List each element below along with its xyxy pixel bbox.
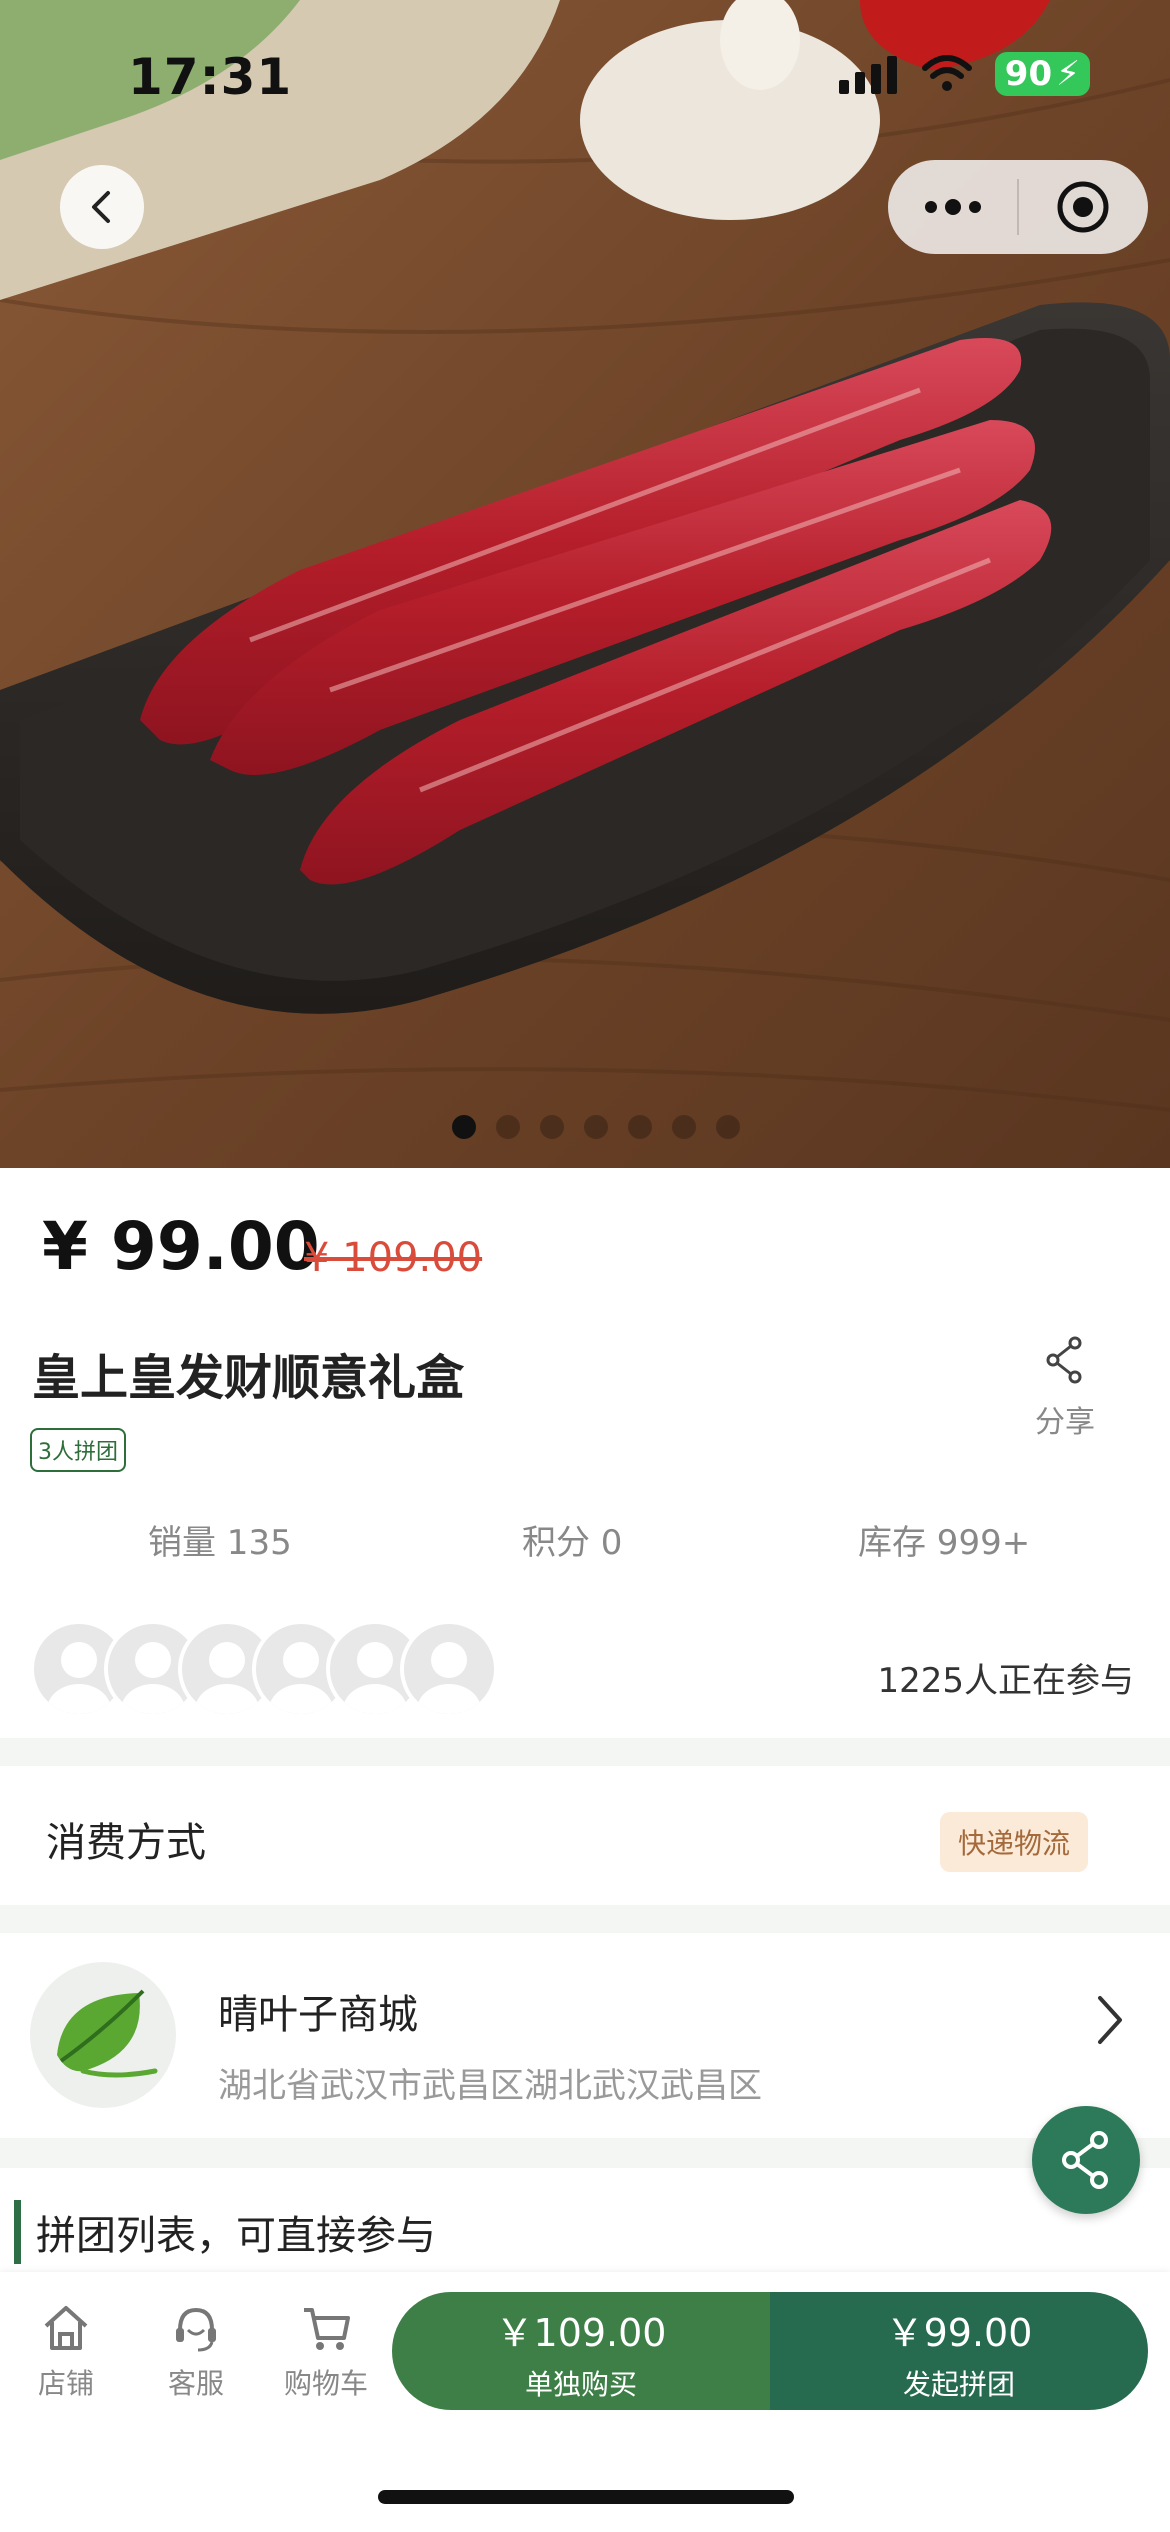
signal-icon <box>838 56 897 94</box>
avatar <box>400 1620 498 1718</box>
nav-cart-label: 购物车 <box>283 2367 368 2400</box>
nav-customer-service[interactable]: 客服 <box>146 2300 246 2402</box>
share-button[interactable]: 分享 <box>1000 1335 1130 1441</box>
delivery-tag: 快递物流 <box>940 1812 1089 1872</box>
carousel-dot[interactable] <box>672 1115 696 1139</box>
stock-count: 库存 999+ <box>858 1523 1031 1563</box>
group-buy-price: ￥99.00 <box>885 2311 1033 2355</box>
leaf-icon <box>57 1989 158 2078</box>
more-button[interactable] <box>888 160 1017 254</box>
wifi-icon <box>921 55 972 91</box>
section-divider <box>0 2138 1170 2168</box>
single-price: ￥109.00 <box>495 2311 667 2355</box>
miniprogram-capsule <box>888 160 1148 254</box>
battery-indicator: 90 ⚡ <box>994 52 1090 96</box>
share-label: 分享 <box>1035 1405 1095 1440</box>
sales-count: 销量 135 <box>148 1523 292 1563</box>
nav-shop[interactable]: 店铺 <box>16 2300 116 2402</box>
shop-address: 湖北省武汉市武昌区湖北武汉武昌区 <box>218 2066 762 2106</box>
home-indicator <box>378 2490 794 2504</box>
group-price: ¥ 99.00 <box>42 1208 320 1285</box>
group-size-tag: 3人拼团 <box>30 1428 126 1472</box>
share-icon <box>1062 2131 1108 2189</box>
share-icon <box>1046 1336 1082 1384</box>
back-button[interactable] <box>60 165 144 249</box>
target-icon <box>1057 181 1109 233</box>
participants-count: 1225人正在参与 <box>877 1661 1134 1701</box>
points-value: 积分 0 <box>522 1523 623 1563</box>
shop-name: 晴叶子商城 <box>218 1992 418 2038</box>
home-icon <box>44 2306 88 2350</box>
floating-share-button[interactable] <box>1032 2106 1140 2214</box>
charging-icon: ⚡ <box>1056 54 1080 94</box>
nav-customer-service-label: 客服 <box>167 2367 224 2400</box>
section-divider <box>0 1905 1170 1933</box>
battery-level: 90 <box>1004 54 1053 94</box>
carousel-dot[interactable] <box>496 1115 520 1139</box>
headset-icon <box>176 2307 216 2352</box>
section-divider <box>0 1738 1170 1766</box>
group-list-title: 拼团列表，可直接参与 <box>36 2213 436 2259</box>
chevron-right-icon <box>1098 1996 1122 2044</box>
nav-cart[interactable]: 购物车 <box>276 2300 376 2402</box>
carousel-dot[interactable] <box>540 1115 564 1139</box>
original-price: ¥ 109.00 <box>304 1235 483 1281</box>
cart-icon <box>304 2308 350 2350</box>
chevron-left-icon <box>92 191 110 223</box>
start-group-button[interactable]: ￥99.00 发起拼团 <box>770 2292 1148 2410</box>
nav-shop-label: 店铺 <box>37 2367 94 2400</box>
single-label: 单独购买 <box>524 2368 637 2401</box>
participant-avatars <box>30 1620 510 1718</box>
buy-single-button[interactable]: ￥109.00 单独购买 <box>392 2292 770 2410</box>
close-miniprogram-button[interactable] <box>1019 160 1148 254</box>
carousel-indicator <box>452 1115 740 1139</box>
carousel-dot[interactable] <box>628 1115 652 1139</box>
status-time: 17:31 <box>128 48 293 106</box>
shop-logo <box>30 1962 176 2108</box>
product-title: 皇上皇发财顺意礼盒 <box>32 1350 465 1406</box>
status-icons: 90 ⚡ <box>838 52 1090 96</box>
carousel-dot[interactable] <box>452 1115 476 1139</box>
group-buy-label: 发起拼团 <box>902 2368 1015 2401</box>
carousel-dot[interactable] <box>716 1115 740 1139</box>
section-accent-bar <box>14 2200 21 2264</box>
consume-method-label: 消费方式 <box>46 1820 206 1866</box>
carousel-dot[interactable] <box>584 1115 608 1139</box>
more-dots-icon <box>924 199 981 215</box>
